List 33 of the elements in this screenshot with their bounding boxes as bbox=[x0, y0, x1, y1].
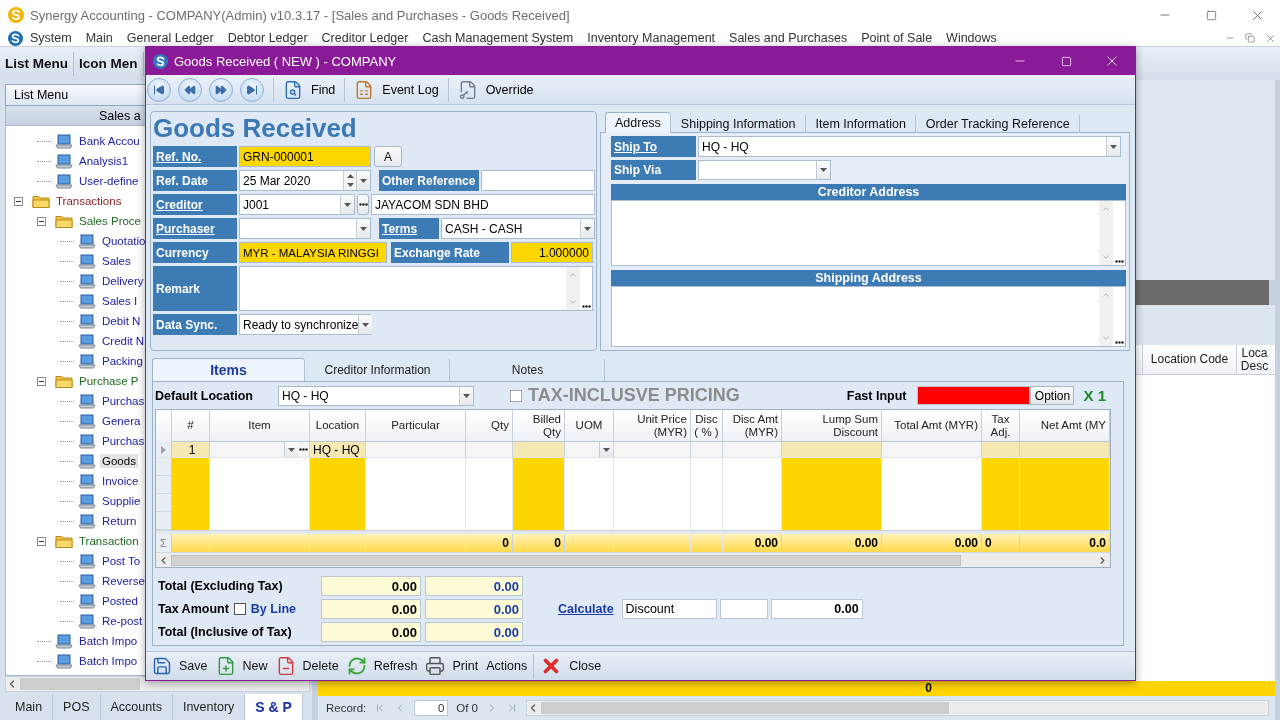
multiplier-label: X 1 bbox=[1083, 387, 1106, 404]
total-cell: 0 bbox=[513, 534, 565, 552]
data-sync-label: Data Sync. bbox=[153, 314, 237, 335]
total-cell: 0.0 bbox=[1020, 534, 1110, 552]
currency-label: Currency bbox=[153, 242, 237, 263]
other-reference-label: Other Reference bbox=[379, 170, 479, 191]
section-header: Shipping Address bbox=[611, 270, 1126, 286]
default-location-label: Default Location bbox=[155, 388, 254, 403]
record-count: Of 0 bbox=[456, 702, 478, 714]
column-header: Loca Desc bbox=[1236, 345, 1272, 374]
ship-via-label: Ship Via bbox=[611, 160, 696, 180]
by-line-label: By Line bbox=[250, 602, 296, 616]
exchange-rate-label: Exchange Rate bbox=[391, 242, 509, 263]
total-label: Total (Excluding Tax) bbox=[158, 579, 283, 593]
window-title: Synergy Accounting - COMPANY(Admin) v10.3.17 - [Sales and Purchases - Goods Received] bbox=[30, 7, 570, 23]
form-heading: Goods Received bbox=[153, 113, 358, 143]
total-cell: 0.00 bbox=[723, 534, 782, 552]
tax-inclusive-label: TAX-INCLUSVE PRICING bbox=[528, 385, 740, 406]
total-label: Total (Inclusive of Tax) bbox=[158, 625, 292, 639]
total-cell: 0 bbox=[466, 534, 513, 552]
ref-date-label: Ref. Date bbox=[153, 170, 237, 191]
summary-mark: Σ bbox=[156, 534, 172, 552]
total-cell: 0.00 bbox=[882, 534, 982, 552]
remark-label: Remark bbox=[153, 266, 237, 311]
total-cell: 0.00 bbox=[782, 534, 882, 552]
total-cell-text: 0 bbox=[924, 681, 933, 696]
window-title: Goods Received ( NEW ) - COMPANY bbox=[174, 53, 397, 69]
column-header: Location Code bbox=[1142, 345, 1236, 374]
total-cell: 0 bbox=[982, 534, 1020, 552]
section-header: Creditor Address bbox=[611, 184, 1126, 200]
fast-input-label: Fast Input bbox=[846, 388, 907, 403]
total-label: Tax Amount bbox=[158, 602, 229, 616]
record-label: Record: bbox=[326, 702, 367, 714]
